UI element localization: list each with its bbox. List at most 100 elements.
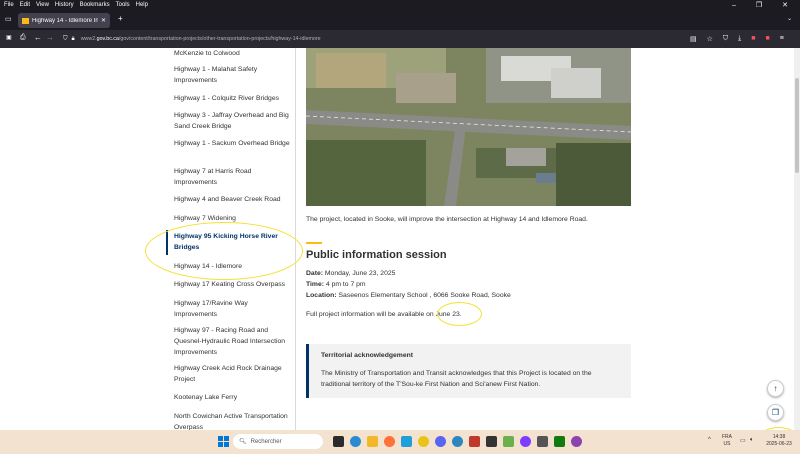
shield-icon[interactable]: ⛉: [63, 36, 68, 42]
time-value: 4 pm to 7 pm: [325, 281, 366, 288]
menu-view[interactable]: View: [36, 2, 49, 8]
heading-accent: [306, 242, 322, 244]
project-caption: The project, located in Sooke, will impr…: [306, 216, 588, 223]
tab-list-icon[interactable]: ⌄: [787, 16, 792, 22]
download-icon[interactable]: ⤓: [738, 35, 741, 43]
app-purple-icon[interactable]: [520, 436, 531, 447]
shield-pocket-icon[interactable]: ⛉: [723, 35, 728, 43]
tab-active[interactable]: Highway 14 - Idlemore Intersec ✕: [18, 13, 110, 28]
xbox-icon[interactable]: [554, 436, 565, 447]
url-prefix: www2.: [80, 36, 97, 42]
url-bar[interactable]: ⛉ 🔒︎ www2. gov.bc.ca/gov/content/transpor…: [63, 33, 683, 45]
back-to-top-button[interactable]: ↑: [767, 380, 784, 397]
app-green-icon[interactable]: [503, 436, 514, 447]
nav-item-racing-road[interactable]: Highway 97 - Racing Road and Quesnel-Hyd…: [174, 325, 292, 358]
menu-edit[interactable]: Edit: [20, 2, 30, 8]
date-label: Date:: [306, 270, 323, 277]
lang-top: FRA: [722, 434, 732, 440]
firefox-icon[interactable]: [384, 436, 395, 447]
lang-bottom: US: [723, 441, 731, 447]
network-icon[interactable]: ▭: [740, 437, 746, 444]
nav-item-beaver-creek[interactable]: Highway 4 and Beaver Creek Road: [174, 194, 292, 205]
tab-title: Highway 14 - Idlemore Intersec: [32, 17, 98, 24]
date-value: Monday, June 23, 2025: [324, 270, 396, 277]
nav-item-jaffray[interactable]: Highway 3 - Jaffray Overhead and Big San…: [174, 110, 292, 132]
file-explorer-icon[interactable]: [367, 436, 378, 447]
edge-icon[interactable]: [350, 436, 361, 447]
annotation-circle-nav: [145, 222, 303, 280]
session-location: Location: Saseenos Elementary School , 6…: [306, 292, 511, 299]
nav-item-ravine[interactable]: Highway 17/Ravine Way Improvements: [174, 298, 292, 320]
app-bird-icon[interactable]: [537, 436, 548, 447]
scrollbar-thumb[interactable]: [795, 78, 799, 173]
url-path: /gov/content/transportation-projects/oth…: [118, 36, 321, 42]
arrow-up-icon: ↑: [773, 384, 778, 393]
nav-item-harris[interactable]: Highway 7 at Harris Road Improvements: [174, 166, 292, 188]
menu-file[interactable]: File: [4, 2, 14, 8]
close-tab-icon[interactable]: ✕: [101, 17, 106, 24]
bookmark-star-icon[interactable]: ☆: [707, 35, 713, 43]
app-yellow-icon[interactable]: [418, 436, 429, 447]
aerial-photo: [306, 48, 631, 206]
ack-title: Territorial acknowledgement: [321, 352, 414, 359]
session-date: Date: Monday, June 23, 2025: [306, 270, 395, 277]
territorial-acknowledgement: Territorial acknowledgement The Ministry…: [306, 344, 631, 398]
menu-help[interactable]: Help: [136, 2, 148, 8]
toolbar-right: ▤ ☆ ⛉ ⤓ ■ ■ ≡: [690, 35, 784, 43]
tab-bar: ▭ Highway 14 - Idlemore Intersec ✕ + ⌄: [0, 10, 800, 30]
clock[interactable]: 14:38 2025-06-23: [762, 434, 796, 448]
sidebar-icon[interactable]: ▣: [6, 35, 12, 41]
nav-item-colquitz[interactable]: Highway 1 - Colquitz River Bridges: [174, 93, 292, 104]
minimize-icon[interactable]: –: [732, 2, 736, 9]
nav-item-north-cowichan[interactable]: North Cowichan Active Transportation Ove…: [174, 411, 292, 430]
firefox-view-icon[interactable]: ▭: [5, 16, 12, 23]
nav-item-mckenzie[interactable]: McKenzie to Colwood: [174, 48, 292, 59]
tray-chevron-icon[interactable]: ^: [708, 437, 711, 443]
volume-icon[interactable]: 🔈︎: [750, 437, 754, 444]
lock-icon[interactable]: 🔒︎: [72, 36, 75, 42]
store-icon[interactable]: [401, 436, 412, 447]
terminal-icon[interactable]: [486, 436, 497, 447]
location-value: Saseenos Elementary School , 6066 Sooke …: [338, 292, 511, 299]
tab-tools-icon[interactable]: ⎙: [20, 34, 26, 41]
back-icon[interactable]: ←: [34, 34, 42, 42]
site-favicon-icon: [22, 17, 29, 24]
url-domain: gov.bc.ca: [96, 36, 119, 42]
nav-item-acid-rock[interactable]: Highway Creek Acid Rock Drainage Project: [174, 363, 292, 385]
app-blue-icon[interactable]: [452, 436, 463, 447]
session-heading: Public information session: [306, 249, 447, 261]
menu-bar: File Edit View History Bookmarks Tools H…: [0, 0, 800, 10]
app-red-icon[interactable]: [469, 436, 480, 447]
session-time: Time: 4 pm to 7 pm: [306, 281, 366, 288]
extension-icon[interactable]: ■: [751, 35, 755, 43]
location-label: Location:: [306, 292, 337, 299]
ack-text: The Ministry of Transportation and Trans…: [321, 370, 592, 388]
menu-tools[interactable]: Tools: [116, 2, 130, 8]
reader-view-icon[interactable]: ▤: [690, 35, 697, 43]
app-menu-icon[interactable]: ≡: [780, 35, 784, 43]
taskbar-search[interactable]: 🔍︎ Rechercher: [233, 434, 323, 449]
new-tab-icon[interactable]: +: [118, 15, 123, 23]
task-view-icon[interactable]: [333, 436, 344, 447]
annotation-circle-date: [437, 302, 482, 326]
language-indicator[interactable]: FRA US: [722, 434, 732, 448]
windows-start-icon[interactable]: [218, 436, 229, 447]
nav-item-keating[interactable]: Highway 17 Keating Cross Overpass: [174, 279, 292, 290]
copy-link-button[interactable]: ❐: [767, 404, 784, 421]
clock-time: 14:38: [772, 434, 786, 440]
menu-bookmarks[interactable]: Bookmarks: [80, 2, 110, 8]
discord-icon[interactable]: [435, 436, 446, 447]
close-window-icon[interactable]: ✕: [782, 1, 788, 9]
time-label: Time:: [306, 281, 325, 288]
page-scrollbar[interactable]: [794, 48, 800, 430]
maximize-icon[interactable]: ❐: [756, 1, 762, 9]
addon-icon[interactable]: ■: [766, 35, 770, 43]
nav-item-malahat[interactable]: Highway 1 - Malahat Safety Improvements: [174, 64, 292, 86]
forward-icon[interactable]: →: [46, 34, 54, 42]
app-violet-icon[interactable]: [571, 436, 582, 447]
menu-history[interactable]: History: [55, 2, 74, 8]
nav-item-kootenay[interactable]: Kootenay Lake Ferry: [174, 392, 292, 403]
search-placeholder: Rechercher: [250, 438, 282, 445]
nav-item-sackum[interactable]: Highway 1 - Sackum Overhead Bridge: [174, 138, 292, 149]
windows-taskbar: 🔍︎ Rechercher ^ FRA US ▭ 🔈︎ 14:38 2025-0…: [0, 430, 800, 454]
